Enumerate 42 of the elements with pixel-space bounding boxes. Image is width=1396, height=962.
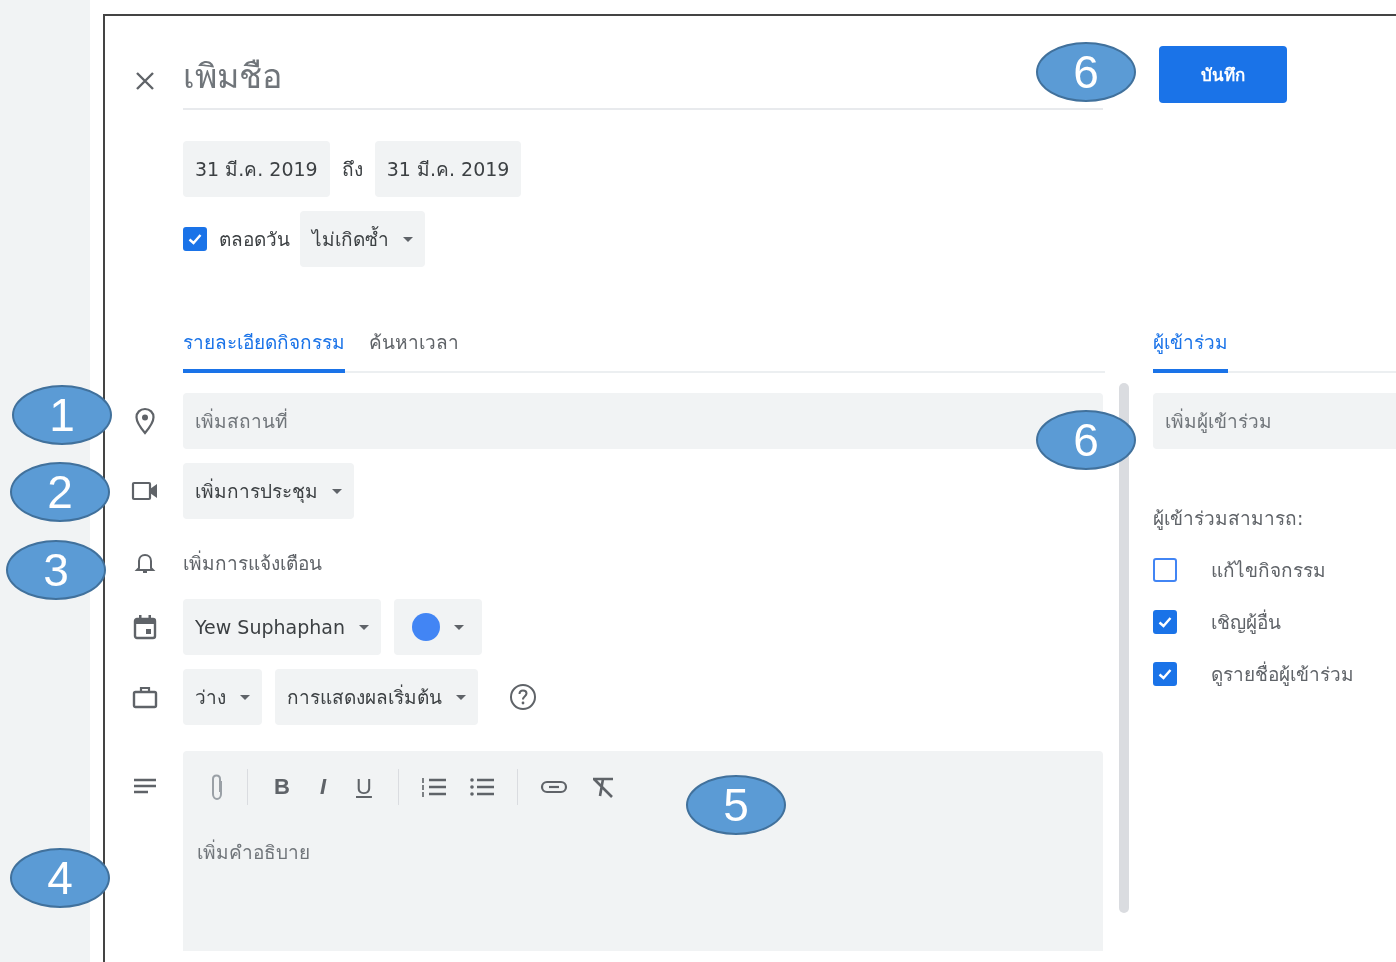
link-icon[interactable] <box>539 779 568 795</box>
guests-tab[interactable]: ผู้เข้าร่วม <box>1153 327 1228 373</box>
save-button[interactable]: บันทึก <box>1159 46 1287 103</box>
permission-label: เชิญผู้อื่น <box>1211 608 1281 636</box>
close-icon[interactable] <box>134 69 156 92</box>
permission-checkbox[interactable] <box>1153 662 1177 686</box>
title-field[interactable]: เพิมชือ <box>183 51 483 100</box>
help-icon[interactable] <box>509 683 537 711</box>
scrollbar[interactable] <box>1119 383 1129 913</box>
all-day-checkbox[interactable] <box>183 227 207 251</box>
all-day-label: ตลอดวัน <box>219 227 290 252</box>
description-field[interactable]: เพิ่มคำอธิบาย <box>195 835 799 879</box>
format-button[interactable]: I <box>315 774 330 800</box>
guest-field[interactable]: เพิ่มผู้เข้าร่วม <box>1153 393 1396 449</box>
permission-label: ดูรายชื่อผู้เข้าร่วม <box>1211 660 1354 688</box>
tab[interactable]: ค้นหาเวลา <box>369 327 459 373</box>
date-separator: ถึง <box>341 157 363 182</box>
notification-link[interactable]: เพิ่มการแจ้งเตือน <box>183 548 322 578</box>
paperclip-icon[interactable] <box>209 773 225 801</box>
tab[interactable]: รายละเอียดกิจกรรม <box>183 327 345 373</box>
color-dropdown[interactable] <box>394 599 482 655</box>
repeat-dropdown[interactable]: ไม่เกิดซ้ำ <box>300 211 425 267</box>
end-date-field[interactable]: 31 มี.ค. 2019 <box>374 141 522 197</box>
start-date-field[interactable]: 31 มี.ค. 2019 <box>183 141 330 197</box>
permission-checkbox[interactable] <box>1153 558 1177 582</box>
conferencing-dropdown[interactable]: เพิ่มการประชุม <box>183 463 354 519</box>
location-pin-icon <box>134 407 156 435</box>
video-camera-icon <box>131 481 159 501</box>
permission-checkbox[interactable] <box>1153 610 1177 634</box>
description-lines-icon <box>133 777 157 795</box>
format-button[interactable]: B <box>270 774 294 800</box>
availability-dropdown[interactable]: ว่าง <box>183 669 262 725</box>
briefcase-icon <box>132 685 158 709</box>
bulleted-list-icon[interactable] <box>468 776 495 798</box>
numbered-list-icon[interactable] <box>420 776 447 798</box>
bell-icon <box>134 551 156 575</box>
visibility-dropdown[interactable]: การแสดงผลเริ่มต้น <box>275 669 478 725</box>
calendar-icon <box>133 614 157 640</box>
calendar-dropdown[interactable]: Yew Suphaphan <box>183 599 381 655</box>
format-button[interactable]: U <box>352 774 376 800</box>
permission-label: แก้ไขกิจกรรม <box>1211 558 1326 583</box>
permissions-label: ผู้เข้าร่วมสามารถ: <box>1153 506 1305 532</box>
